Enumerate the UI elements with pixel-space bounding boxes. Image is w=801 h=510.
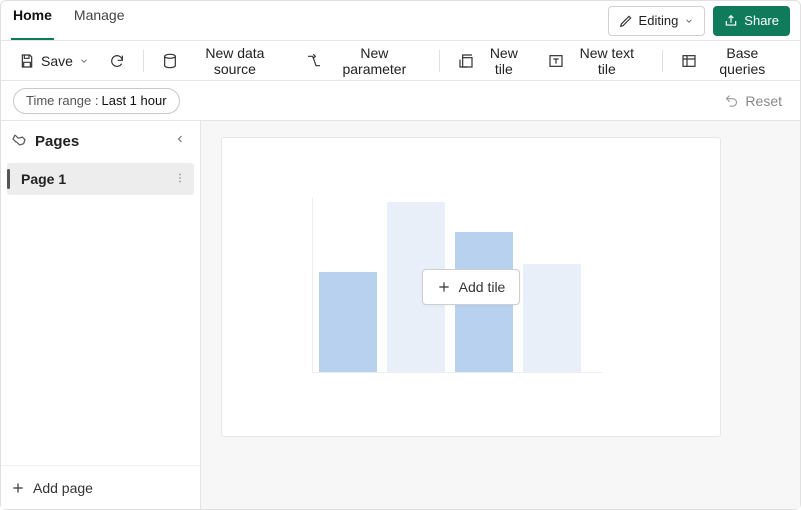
placeholder-bar <box>523 264 581 372</box>
new-parameter-label: New parameter <box>328 45 421 77</box>
plus-icon <box>437 280 451 294</box>
save-button[interactable]: Save <box>11 46 97 76</box>
add-page-label: Add page <box>33 480 93 496</box>
new-tile-button[interactable]: New tile <box>450 46 536 76</box>
editing-mode-button[interactable]: Editing <box>608 6 706 36</box>
page-list: Page 1 <box>1 161 200 465</box>
time-range-label: Time range : <box>26 93 99 108</box>
share-button[interactable]: Share <box>713 6 790 36</box>
base-queries-button[interactable]: Base queries <box>673 46 790 76</box>
undo-icon <box>724 93 739 108</box>
add-tile-label: Add tile <box>459 279 506 295</box>
separator <box>439 50 440 72</box>
new-text-tile-button[interactable]: New text tile <box>540 46 652 76</box>
time-range-value: Last 1 hour <box>102 93 167 108</box>
page-item[interactable]: Page 1 <box>7 163 194 195</box>
new-parameter-button[interactable]: New parameter <box>298 46 429 76</box>
queries-icon <box>681 53 697 69</box>
sidebar-header: Pages <box>1 121 200 161</box>
reset-label: Reset <box>745 93 782 109</box>
empty-dashboard-canvas: Add tile <box>221 137 721 437</box>
app-root: Home Manage Editing Share <box>0 0 801 510</box>
share-label: Share <box>744 13 779 28</box>
separator <box>143 50 144 72</box>
tab-home[interactable]: Home <box>11 0 54 40</box>
filter-bar: Time range : Last 1 hour Reset <box>1 81 800 121</box>
pages-icon <box>11 133 27 149</box>
sidebar-footer: Add page <box>1 465 200 509</box>
add-tile-button[interactable]: Add tile <box>422 269 521 305</box>
tab-bar: Home Manage Editing Share <box>1 1 800 41</box>
chevron-down-icon <box>684 16 694 26</box>
pencil-icon <box>619 14 633 28</box>
refresh-icon <box>109 53 125 69</box>
editing-label: Editing <box>639 13 679 28</box>
canvas-area: Add tile <box>201 121 800 509</box>
base-queries-label: Base queries <box>703 45 782 77</box>
page-item-label: Page 1 <box>21 171 174 187</box>
top-right-actions: Editing Share <box>608 6 790 36</box>
toolbar: Save New data source New parameter <box>1 41 800 81</box>
database-icon <box>162 53 178 69</box>
collapse-sidebar-button[interactable] <box>170 128 190 154</box>
body: Pages Page 1 Add page <box>1 121 800 509</box>
add-page-button[interactable]: Add page <box>11 480 93 496</box>
tile-icon <box>458 53 474 69</box>
save-label: Save <box>41 53 73 69</box>
time-range-pill[interactable]: Time range : Last 1 hour <box>13 88 180 114</box>
share-icon <box>724 14 738 28</box>
tab-manage[interactable]: Manage <box>72 0 127 40</box>
parameter-icon <box>306 53 322 69</box>
sidebar: Pages Page 1 Add page <box>1 121 201 509</box>
new-data-source-label: New data source <box>184 45 286 77</box>
sidebar-title: Pages <box>35 133 162 150</box>
page-item-more-button[interactable] <box>174 171 186 188</box>
plus-icon <box>11 481 25 495</box>
reset-button[interactable]: Reset <box>718 89 788 113</box>
tabs: Home Manage <box>11 1 127 40</box>
placeholder-bar <box>319 272 377 372</box>
new-tile-label: New tile <box>480 45 528 77</box>
new-data-source-button[interactable]: New data source <box>154 46 294 76</box>
save-icon <box>19 53 35 69</box>
chevron-down-icon <box>79 56 89 66</box>
refresh-button[interactable] <box>101 46 133 76</box>
separator <box>662 50 663 72</box>
text-tile-icon <box>548 53 564 69</box>
new-text-tile-label: New text tile <box>570 45 644 77</box>
